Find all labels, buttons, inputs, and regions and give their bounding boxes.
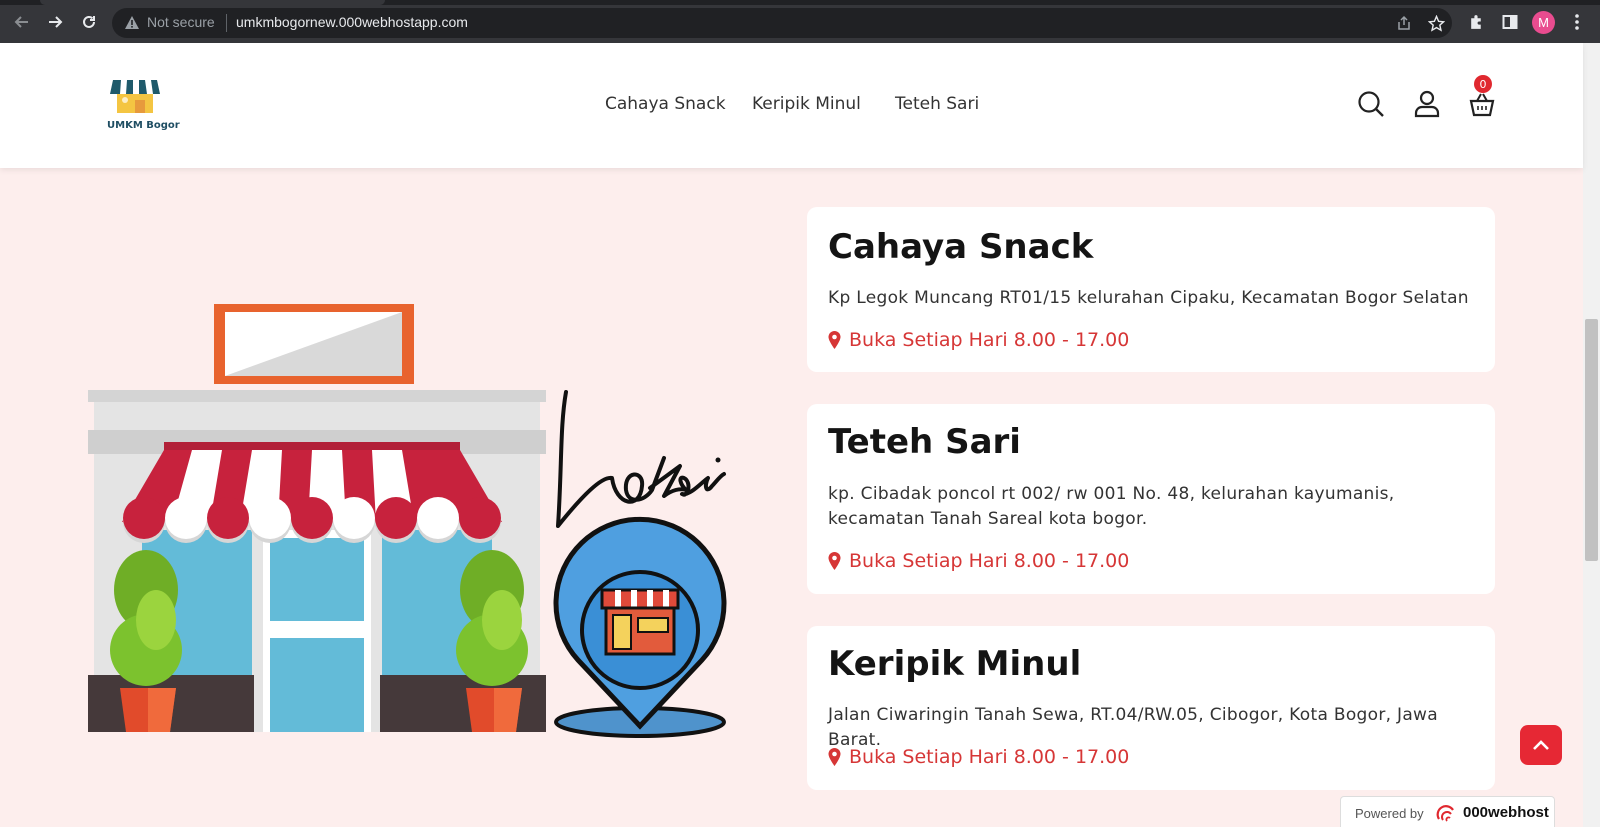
store-name: Keripik Minul — [828, 644, 1082, 684]
side-panel-icon[interactable] — [1499, 11, 1521, 33]
store-address: kp. Cibadak poncol rt 002/ rw 001 No. 48… — [828, 484, 1395, 529]
store-hours: Buka Setiap Hari 8.00 - 17.00 — [828, 746, 1129, 768]
menu-icon[interactable] — [1566, 11, 1588, 33]
extensions-icon[interactable] — [1465, 11, 1487, 33]
hours-text: Buka Setiap Hari 8.00 - 17.00 — [849, 746, 1130, 768]
brand-text: 000webhost — [1463, 804, 1549, 821]
store-name: Cahaya Snack — [828, 227, 1094, 267]
store-address: Kp Legok Muncang RT01/15 kelurahan Cipak… — [828, 288, 1469, 308]
back-icon[interactable] — [9, 9, 35, 35]
store-card: Cahaya Snack Kp Legok Muncang RT01/15 ke… — [807, 207, 1495, 372]
user-icon[interactable] — [1412, 89, 1442, 119]
nav-cahaya-snack[interactable]: Cahaya Snack — [605, 94, 726, 114]
store-name: Teteh Sari — [828, 422, 1021, 462]
lokasi-illustration — [80, 290, 740, 740]
back-to-top-button[interactable] — [1520, 725, 1562, 765]
hours-text: Buka Setiap Hari 8.00 - 17.00 — [849, 550, 1130, 572]
warning-icon[interactable] — [124, 15, 140, 34]
reload-icon[interactable] — [76, 9, 102, 35]
share-icon[interactable] — [1394, 13, 1414, 33]
address-bar[interactable]: Not secure umkmbogornew.000webhostapp.co… — [112, 8, 1452, 38]
site-logo[interactable]: UMKM Bogor — [105, 76, 180, 136]
hours-text: Buka Setiap Hari 8.00 - 17.00 — [849, 329, 1130, 351]
cart-icon[interactable] — [1467, 89, 1497, 119]
nav-keripik-minul[interactable]: Keripik Minul — [752, 94, 861, 114]
page-scrollbar[interactable] — [1583, 43, 1600, 827]
url-text[interactable]: umkmbogornew.000webhostapp.com — [236, 14, 468, 30]
webhost-logo-icon — [1436, 805, 1454, 822]
shop-logo-icon — [110, 80, 160, 113]
powered-by-text: Powered by — [1355, 806, 1424, 821]
browser-toolbar: Not secure umkmbogornew.000webhostapp.co… — [0, 0, 1600, 43]
tab-strip — [0, 0, 1600, 5]
location-pin-icon — [828, 331, 841, 349]
chevron-up-icon — [1533, 740, 1549, 750]
store-card: Teteh Sari kp. Cibadak poncol rt 002/ rw… — [807, 404, 1495, 594]
location-pin-icon — [828, 552, 841, 570]
forward-icon[interactable] — [42, 9, 68, 35]
cart-count-badge: 0 — [1474, 75, 1492, 93]
security-label[interactable]: Not secure — [147, 14, 215, 30]
location-pin-icon — [828, 748, 841, 766]
store-hours: Buka Setiap Hari 8.00 - 17.00 — [828, 329, 1129, 351]
scrollbar-thumb[interactable] — [1585, 319, 1598, 561]
star-icon[interactable] — [1426, 13, 1446, 33]
profile-avatar[interactable]: M — [1532, 11, 1555, 34]
store-card: Keripik Minul Jalan Ciwaringin Tanah Sew… — [807, 626, 1495, 790]
divider — [226, 14, 227, 32]
store-hours: Buka Setiap Hari 8.00 - 17.00 — [828, 550, 1129, 572]
active-tab[interactable] — [40, 0, 385, 5]
powered-by-badge[interactable]: Powered by 000webhost — [1340, 796, 1555, 827]
logo-text: UMKM Bogor — [107, 120, 180, 131]
site-header: UMKM Bogor Cahaya Snack Keripik Minul Te… — [0, 43, 1583, 168]
lokasi-script-text — [556, 390, 726, 528]
search-icon[interactable] — [1356, 89, 1386, 119]
nav-teteh-sari[interactable]: Teteh Sari — [895, 94, 979, 114]
